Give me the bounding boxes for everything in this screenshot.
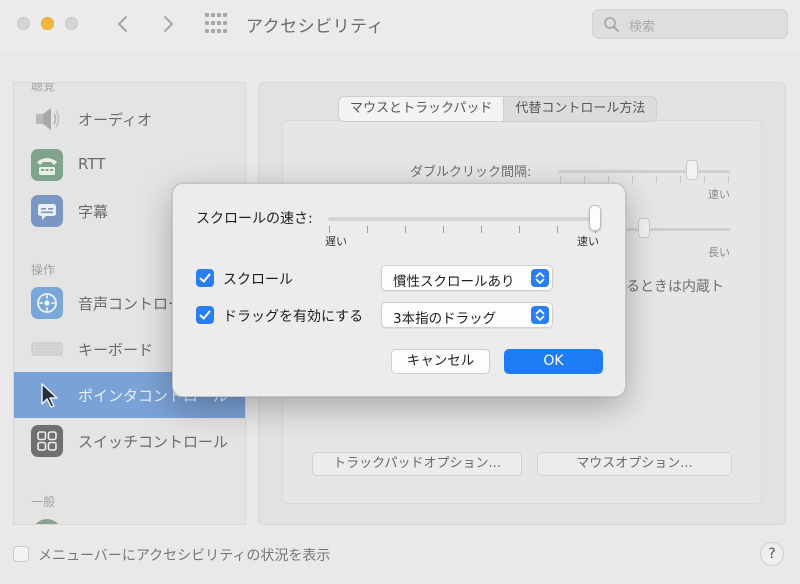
trackpad-options-button[interactable]: トラックパッドオプション...	[312, 452, 522, 476]
drag-checkbox-label: ドラッグを有効にする	[223, 309, 364, 325]
minimize-window-button[interactable]	[41, 17, 54, 30]
captions-icon	[31, 195, 63, 227]
show-all-grid-icon[interactable]	[205, 13, 227, 35]
window-title: アクセシビリティ	[246, 17, 385, 37]
rtt-phone-icon	[31, 149, 63, 181]
sidebar-item-label: 字幕	[78, 203, 109, 221]
tab-mouse-trackpad[interactable]: マウスとトラックパッド	[339, 97, 505, 121]
scroll-speed-slider-track[interactable]	[328, 217, 598, 221]
sidebar-item-label: オーディオ	[78, 111, 152, 129]
voice-control-icon	[31, 287, 63, 319]
drag-mode-popup[interactable]: 3本指のドラッグ	[381, 302, 553, 328]
scroll-speed-min-label: 遅い	[325, 235, 347, 248]
show-status-checkbox[interactable]	[13, 546, 29, 562]
sidebar-item-label: スイッチコントロール	[78, 433, 229, 451]
scroll-speed-max-label: 速い	[577, 235, 599, 248]
search-placeholder: 検索	[629, 20, 656, 35]
double-click-max-label: 速い	[708, 188, 730, 201]
checkmark-icon	[199, 273, 211, 283]
checkmark-icon	[199, 310, 211, 320]
sidebar-item-audio[interactable]: オーディオ	[14, 96, 245, 142]
ok-button[interactable]: OK	[504, 349, 603, 374]
back-button[interactable]	[112, 12, 134, 36]
sidebar-item-rtt[interactable]: RTT	[14, 142, 245, 188]
updown-arrows-icon	[531, 306, 549, 324]
spring-slider-knob[interactable]	[638, 218, 650, 238]
speaker-icon	[31, 103, 63, 135]
zoom-window-button[interactable]	[65, 17, 78, 30]
help-button[interactable]: ?	[760, 542, 784, 566]
double-click-slider-track[interactable]	[558, 170, 730, 173]
trackpad-options-dialog: スクロールの速さ: 遅い 速い スクロール 慣性スクロールあり ドラッグを有効に…	[172, 183, 626, 397]
sidebar-section-general: 一般	[31, 495, 56, 509]
sidebar-section-hearing: 聴覚	[31, 82, 56, 93]
pointer-icon	[31, 379, 63, 411]
scroll-mode-popup[interactable]: 慣性スクロールあり	[381, 265, 553, 291]
search-icon	[604, 17, 619, 32]
chevron-right-icon	[164, 16, 173, 32]
scroll-speed-label: スクロールの速さ:	[196, 211, 313, 227]
switch-control-icon	[31, 425, 63, 457]
drag-checkbox[interactable]	[196, 306, 214, 324]
title-bar: アクセシビリティ 検索	[0, 0, 800, 52]
chevron-left-icon	[118, 16, 127, 32]
updown-arrows-icon	[531, 269, 549, 287]
forward-button[interactable]	[157, 12, 179, 36]
sidebar-item-label: キーボード	[78, 341, 154, 359]
scroll-speed-slider-knob[interactable]	[589, 205, 601, 231]
scroll-checkbox-label: スクロール	[223, 272, 293, 288]
show-status-label: メニューバーにアクセシビリティの状況を表示	[38, 548, 331, 564]
sidebar-item-label: RTT	[78, 155, 106, 173]
close-window-button[interactable]	[17, 17, 30, 30]
builtin-trackpad-text: るときは内蔵ト	[626, 279, 724, 295]
cancel-button[interactable]: キャンセル	[391, 349, 490, 374]
scroll-checkbox[interactable]	[196, 269, 214, 287]
tab-alternate-control[interactable]: 代替コントロール方法	[504, 97, 656, 121]
double-click-label: ダブルクリック間隔:	[410, 165, 532, 180]
sidebar-section-interaction: 操作	[31, 263, 56, 277]
search-field[interactable]: 検索	[592, 9, 788, 39]
scroll-mode-value: 慣性スクロールあり	[393, 274, 515, 290]
tab-bar[interactable]: マウスとトラックパッド 代替コントロール方法	[338, 96, 658, 122]
spring-max-label: 長い	[708, 246, 730, 259]
drag-mode-value: 3本指のドラッグ	[393, 311, 497, 327]
sidebar-item-switch-control[interactable]: スイッチコントロール	[14, 418, 245, 464]
double-click-slider-knob[interactable]	[686, 160, 698, 180]
general-item-icon	[32, 519, 62, 524]
mouse-options-button[interactable]: マウスオプション...	[537, 452, 732, 476]
keyboard-icon	[31, 333, 63, 365]
